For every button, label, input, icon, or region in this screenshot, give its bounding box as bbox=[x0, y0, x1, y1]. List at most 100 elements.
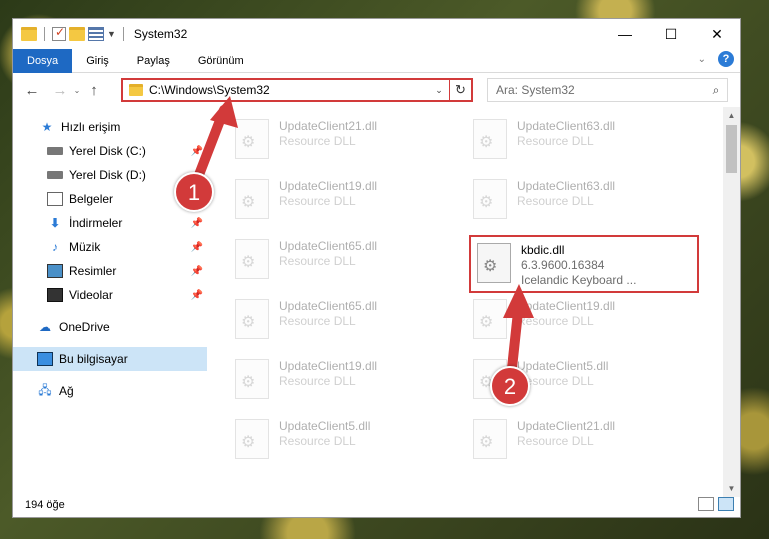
navigation-bar: ← → ⌄ ↑ C:\Windows\System32 ⌄ ↻ Ara: Sys… bbox=[13, 74, 740, 106]
file-tile[interactable]: UpdateClient19.dllResource DLL bbox=[467, 293, 697, 351]
sidebar-item-label: Resimler bbox=[69, 264, 117, 278]
maximize-button[interactable]: ☐ bbox=[648, 19, 694, 49]
file-type: Resource DLL bbox=[279, 374, 356, 388]
refresh-button[interactable]: ↻ bbox=[449, 80, 471, 100]
file-tile[interactable]: UpdateClient5.dllResource DLL bbox=[229, 413, 459, 471]
tiles-view-icon[interactable] bbox=[718, 497, 734, 511]
sidebar-item-onedrive[interactable]: ☁ OneDrive bbox=[13, 315, 207, 339]
file-type: Resource DLL bbox=[517, 194, 594, 208]
sidebar-item-label: OneDrive bbox=[59, 320, 110, 334]
forward-button[interactable]: → bbox=[49, 82, 71, 99]
step-badge-2: 2 bbox=[490, 366, 530, 406]
sidebar-item-quick-access[interactable]: ★ Hızlı erişim bbox=[13, 115, 207, 139]
sidebar-item-label: Bu bilgisayar bbox=[59, 352, 128, 366]
scroll-thumb[interactable] bbox=[726, 125, 737, 173]
file-version: 6.3.9600.16384 bbox=[521, 258, 605, 272]
file-explorer-window: ▼ System32 — ☐ ✕ Dosya Giriş Paylaş Görü… bbox=[12, 18, 741, 518]
dll-file-icon bbox=[477, 243, 511, 283]
file-tile[interactable]: UpdateClient63.dllResource DLL bbox=[467, 113, 697, 171]
tab-home[interactable]: Giriş bbox=[72, 49, 123, 73]
pin-icon[interactable]: 📌 bbox=[191, 146, 203, 157]
file-type: Resource DLL bbox=[279, 134, 356, 148]
properties-icon[interactable] bbox=[88, 27, 104, 41]
sidebar-item-downloads[interactable]: ⬇ İndirmeler 📌 bbox=[13, 211, 207, 235]
pin-icon[interactable]: 📌 bbox=[191, 218, 203, 229]
details-view-icon[interactable] bbox=[698, 497, 714, 511]
properties-check-icon[interactable] bbox=[52, 25, 66, 41]
dll-file-icon bbox=[473, 419, 507, 459]
file-tile[interactable]: UpdateClient63.dllResource DLL bbox=[467, 173, 697, 231]
tab-view[interactable]: Görünüm bbox=[184, 49, 258, 73]
divider bbox=[122, 27, 124, 41]
customize-dropdown-icon[interactable]: ▼ bbox=[107, 29, 116, 39]
cloud-icon: ☁ bbox=[39, 320, 51, 334]
file-type: Resource DLL bbox=[279, 194, 356, 208]
sidebar-item-label: Belgeler bbox=[69, 192, 114, 206]
back-button[interactable]: ← bbox=[21, 82, 43, 99]
file-type: Resource DLL bbox=[279, 314, 356, 328]
sidebar-item-disk-c[interactable]: Yerel Disk (C:) 📌 bbox=[13, 139, 207, 163]
dll-file-icon bbox=[235, 299, 269, 339]
help-icon[interactable]: ? bbox=[718, 51, 734, 67]
file-name: UpdateClient65.dll bbox=[279, 239, 378, 253]
videos-icon bbox=[47, 288, 63, 302]
step-badge-1: 1 bbox=[174, 172, 214, 212]
file-tile[interactable]: UpdateClient19.dllResource DLL bbox=[229, 173, 459, 231]
sidebar-item-label: Videolar bbox=[69, 288, 113, 302]
dll-file-icon bbox=[235, 359, 269, 399]
file-tile[interactable]: UpdateClient19.dllResource DLL bbox=[229, 353, 459, 411]
folder-icon bbox=[129, 84, 143, 96]
file-name: UpdateClient19.dll bbox=[279, 359, 378, 373]
music-icon: ♪ bbox=[52, 240, 58, 254]
sidebar-item-network[interactable]: 🖧 Ağ bbox=[13, 379, 207, 403]
address-path[interactable]: C:\Windows\System32 bbox=[149, 83, 429, 97]
file-tile[interactable]: UpdateClient65.dllResource DLL bbox=[229, 233, 459, 291]
file-name: UpdateClient63.dll bbox=[517, 119, 616, 133]
pin-icon[interactable]: 📌 bbox=[191, 266, 203, 277]
file-tile[interactable]: UpdateClient65.dllResource DLL bbox=[229, 293, 459, 351]
pin-icon[interactable]: 📌 bbox=[191, 242, 203, 253]
drive-icon bbox=[47, 147, 63, 155]
file-name: UpdateClient5.dll bbox=[279, 419, 371, 433]
file-name: UpdateClient63.dll bbox=[517, 179, 616, 193]
ribbon-tabs: Dosya Giriş Paylaş Görünüm ⌄ ? bbox=[13, 48, 740, 73]
search-input[interactable]: Ara: System32 bbox=[496, 83, 705, 97]
file-tile[interactable]: UpdateClient21.dllResource DLL bbox=[229, 113, 459, 171]
sidebar-item-pictures[interactable]: Resimler 📌 bbox=[13, 259, 207, 283]
new-folder-icon[interactable] bbox=[69, 27, 85, 41]
sidebar-item-label: Hızlı erişim bbox=[61, 120, 121, 134]
quick-access-toolbar: ▼ bbox=[13, 25, 128, 41]
folder-icon bbox=[21, 27, 37, 41]
search-icon[interactable]: ⌕ bbox=[705, 83, 727, 98]
file-name: UpdateClient21.dll bbox=[279, 119, 378, 133]
expand-ribbon-icon[interactable]: ⌄ bbox=[698, 54, 706, 65]
file-tile-kbdic[interactable]: kbdic.dll 6.3.9600.16384 Icelandic Keybo… bbox=[469, 235, 699, 293]
tab-file[interactable]: Dosya bbox=[13, 48, 73, 73]
address-dropdown-icon[interactable]: ⌄ bbox=[429, 85, 449, 96]
sidebar-item-label: Yerel Disk (D:) bbox=[69, 168, 146, 182]
file-name: UpdateClient19.dll bbox=[517, 299, 616, 313]
sidebar-item-videos[interactable]: Videolar 📌 bbox=[13, 283, 207, 307]
documents-icon bbox=[47, 192, 63, 206]
minimize-button[interactable]: — bbox=[602, 19, 648, 49]
up-button[interactable]: ↑ bbox=[83, 82, 105, 99]
network-icon: 🖧 bbox=[38, 382, 52, 397]
sidebar-item-music[interactable]: ♪ Müzik 📌 bbox=[13, 235, 207, 259]
sidebar-item-this-pc[interactable]: Bu bilgisayar bbox=[13, 347, 207, 371]
pin-icon[interactable]: 📌 bbox=[191, 290, 203, 301]
address-bar[interactable]: C:\Windows\System32 ⌄ ↻ bbox=[121, 78, 473, 102]
vertical-scrollbar[interactable]: ▲ ▼ bbox=[723, 107, 740, 497]
file-name: kbdic.dll bbox=[521, 243, 565, 257]
close-button[interactable]: ✕ bbox=[694, 19, 740, 49]
file-name: UpdateClient65.dll bbox=[279, 299, 378, 313]
dll-file-icon bbox=[473, 119, 507, 159]
file-tile[interactable]: UpdateClient21.dllResource DLL bbox=[467, 413, 697, 471]
computer-icon bbox=[37, 352, 53, 366]
search-box[interactable]: Ara: System32 ⌕ bbox=[487, 78, 728, 102]
navigation-pane: ★ Hızlı erişim Yerel Disk (C:) 📌 Yerel D… bbox=[13, 115, 207, 495]
file-list: UpdateClient21.dllResource DLL UpdateCli… bbox=[213, 107, 725, 499]
scroll-up-icon[interactable]: ▲ bbox=[723, 107, 740, 124]
tab-share[interactable]: Paylaş bbox=[123, 49, 184, 73]
download-icon: ⬇ bbox=[49, 216, 61, 230]
recent-locations-icon[interactable]: ⌄ bbox=[71, 86, 83, 95]
